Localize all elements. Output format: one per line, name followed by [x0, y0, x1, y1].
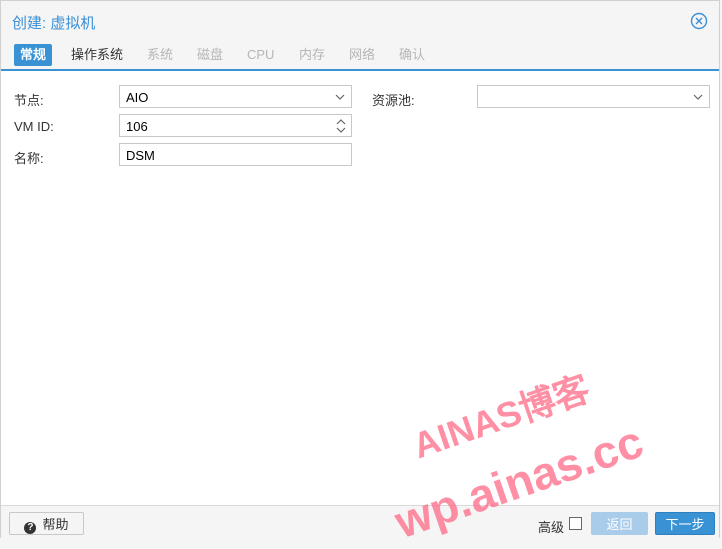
close-icon[interactable] — [690, 12, 708, 30]
tab-os[interactable]: 操作系统 — [65, 44, 129, 66]
node-value: AIO — [126, 90, 149, 105]
node-label: 节点: — [14, 93, 44, 108]
tab-system[interactable]: 系统 — [141, 44, 179, 66]
wizard-tabs: 常规 操作系统 系统 磁盘 CPU 内存 网络 确认 — [1, 39, 719, 71]
name-value: DSM — [126, 148, 155, 163]
vmid-spinner[interactable]: 106 — [119, 114, 352, 137]
pool-select[interactable] — [477, 85, 710, 108]
help-label: 帮助 — [42, 517, 69, 532]
dialog-titlebar: 创建: 虚拟机 — [1, 1, 719, 39]
name-label: 名称: — [14, 151, 44, 166]
node-select[interactable]: AIO — [119, 85, 352, 108]
name-input[interactable]: DSM — [119, 143, 352, 166]
chevron-down-icon[interactable] — [693, 92, 703, 102]
dialog-title: 创建: 虚拟机 — [12, 15, 96, 32]
advanced-label: 高级 — [538, 520, 565, 535]
advanced-checkbox[interactable] — [569, 517, 582, 530]
tab-disk[interactable]: 磁盘 — [191, 44, 229, 66]
spinner-arrows-icon[interactable] — [336, 118, 346, 134]
tab-network[interactable]: 网络 — [343, 44, 381, 66]
chevron-down-icon[interactable] — [335, 92, 345, 102]
dialog-footer: ? 帮助 高级 返回 下一步 — [1, 505, 719, 539]
tab-memory[interactable]: 内存 — [293, 44, 331, 66]
help-icon: ? — [24, 522, 37, 534]
vmid-value: 106 — [126, 119, 148, 134]
tab-confirm[interactable]: 确认 — [393, 44, 431, 66]
tab-general[interactable]: 常规 — [14, 44, 53, 66]
help-button[interactable]: ? 帮助 — [9, 512, 84, 535]
next-button[interactable]: 下一步 — [655, 512, 715, 535]
vmid-label: VM ID: — [14, 119, 54, 134]
pool-label: 资源池: — [372, 93, 415, 108]
back-button[interactable]: 返回 — [591, 512, 648, 535]
tab-cpu[interactable]: CPU — [241, 44, 280, 66]
